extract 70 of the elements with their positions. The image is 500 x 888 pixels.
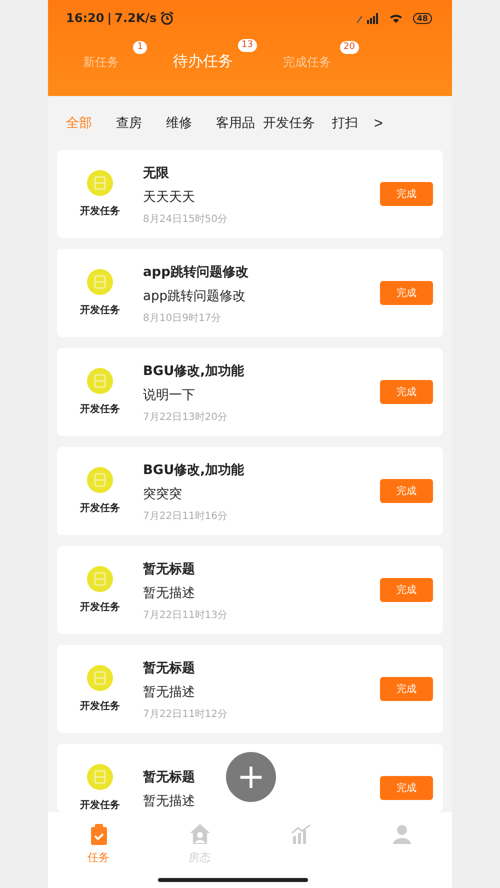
task-type: 开发任务 xyxy=(80,402,120,416)
task-type: 开发任务 xyxy=(80,502,120,515)
task-description: 天天天天 xyxy=(143,189,195,206)
complete-button[interactable]: 完成 xyxy=(380,776,433,800)
complete-button[interactable]: 完成 xyxy=(380,479,433,503)
count-badge: 1 xyxy=(133,41,147,54)
task-type: 开发任务 xyxy=(80,304,120,317)
bar-chart-icon xyxy=(290,823,312,845)
person-icon xyxy=(390,823,412,845)
task-type-icon xyxy=(87,566,113,592)
task-type-icon xyxy=(87,269,113,295)
task-time: 8月24日15时50分 xyxy=(143,212,228,226)
task-type: 开发任务 xyxy=(80,700,120,713)
category-tab[interactable]: 维修 xyxy=(166,114,192,132)
task-time: 8月10日9时17分 xyxy=(143,312,222,325)
task-description: app跳转问题修改 xyxy=(143,288,246,305)
task-title: app跳转问题修改 xyxy=(143,264,248,281)
task-card[interactable]: 开发任务 app跳转问题修改 app跳转问题修改 8月10日9时17分 完成 xyxy=(57,249,443,337)
task-type-icon xyxy=(87,665,113,691)
task-card[interactable]: 开发任务 BGU修改,加功能 突突突 7月22日11时16分 完成 xyxy=(57,447,443,535)
task-description: 暂无描述 xyxy=(143,793,195,810)
task-tab[interactable]: 待办任务 13 xyxy=(171,39,257,71)
task-description: 说明一下 xyxy=(143,387,195,404)
house-person-icon xyxy=(188,823,210,845)
task-type-icon xyxy=(87,368,113,394)
task-title: BGU修改,加功能 xyxy=(143,462,244,479)
task-tab[interactable]: 新任务 1 xyxy=(81,41,147,71)
task-description: 暂无描述 xyxy=(143,585,195,602)
wifi-icon xyxy=(388,12,403,24)
task-card[interactable]: 开发任务 无限 天天天天 8月24日15时50分 完成 xyxy=(57,150,443,238)
network-speed: 7.2K/s xyxy=(114,11,157,25)
task-card[interactable]: 开发任务 暂无标题 暂无描述 7月22日11时12分 完成 xyxy=(57,645,443,733)
category-tab[interactable]: 查房 xyxy=(116,114,142,132)
category-tab[interactable]: 全部 xyxy=(66,114,92,132)
task-time: 7月22日11时16分 xyxy=(143,510,228,523)
task-description: 突突突 xyxy=(143,486,182,503)
alarm-icon xyxy=(160,11,174,25)
task-type: 开发任务 xyxy=(80,204,120,218)
task-title: 暂无标题 xyxy=(143,660,195,677)
count-badge: 13 xyxy=(238,39,257,52)
signal-icon xyxy=(366,12,379,24)
category-tab[interactable]: 打扫 xyxy=(332,114,358,132)
complete-button[interactable]: 完成 xyxy=(380,677,433,701)
count-badge: 20 xyxy=(340,41,359,54)
task-type-icon xyxy=(87,170,113,196)
task-card[interactable]: 开发任务 暂无标题 暂无描述 7月22日11时13分 完成 xyxy=(57,546,443,634)
task-title: 暂无标题 xyxy=(143,561,195,578)
task-title: BGU修改,加功能 xyxy=(143,363,244,380)
task-tab[interactable]: 完成任务 20 xyxy=(281,41,359,71)
task-type-icon xyxy=(87,764,113,790)
task-type: 开发任务 xyxy=(80,600,120,614)
complete-button[interactable]: 完成 xyxy=(380,281,433,305)
battery-level: 48 xyxy=(412,12,432,24)
task-time: 7月22日11时13分 xyxy=(143,608,228,622)
status-time: 16:20 xyxy=(66,11,104,25)
task-type: 开发任务 xyxy=(80,798,120,812)
task-card[interactable]: 开发任务 BGU修改,加功能 说明一下 7月22日13时20分 完成 xyxy=(57,348,443,436)
task-title: 暂无标题 xyxy=(143,769,195,786)
task-time: 7月22日13时20分 xyxy=(143,410,228,424)
nav-item[interactable]: 任务 xyxy=(48,812,149,888)
task-type-icon xyxy=(87,467,113,493)
category-tab[interactable]: 客用品 xyxy=(216,114,255,132)
complete-button[interactable]: 完成 xyxy=(380,182,433,206)
task-description: 暂无描述 xyxy=(143,684,195,701)
complete-button[interactable]: 完成 xyxy=(380,578,433,602)
status-divider: | xyxy=(107,11,112,25)
task-time: 7月22日11时12分 xyxy=(143,708,228,721)
category-tab[interactable]: 开发任务 xyxy=(263,114,315,132)
task-title: 无限 xyxy=(143,165,169,182)
complete-button[interactable]: 完成 xyxy=(380,380,433,404)
